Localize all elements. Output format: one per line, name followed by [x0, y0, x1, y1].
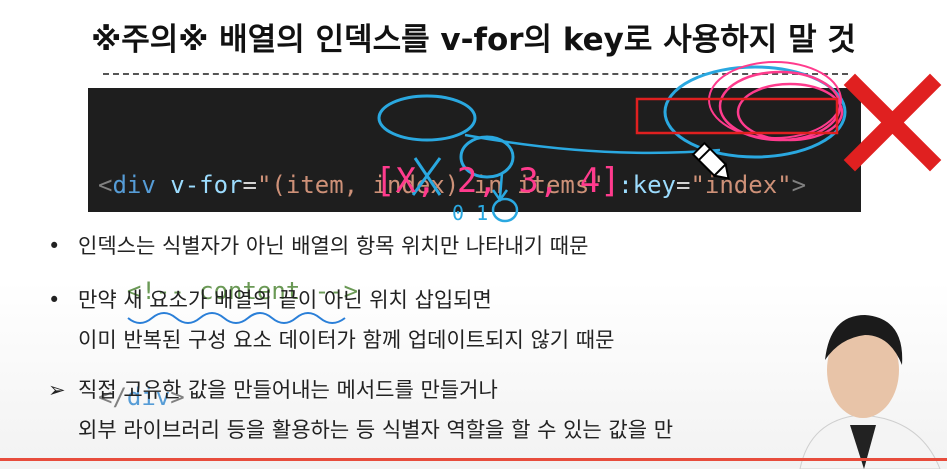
- handwritten-index: 0 1: [452, 201, 488, 225]
- bullet-3: ➢ 직접 고유한 값을 만들어내는 메서드를 만들거나 외부 라이브러리 등을 활…: [48, 378, 674, 442]
- big-red-x-icon: [843, 73, 942, 172]
- handwritten-array: [X, 2, 3, 4]: [375, 161, 621, 201]
- presenter-video: [799, 315, 941, 469]
- bottom-accent-line: [0, 458, 947, 461]
- bullet-2: • 만약 새 요소가 배열의 끝이 아닌 위치 삽입되면 이미 반복된 구성 요소…: [48, 288, 615, 352]
- one-circle: [491, 197, 519, 223]
- bullet-1: • 인덱스는 식별자가 아닌 배열의 항목 위치만 나타내기 때문: [48, 234, 589, 258]
- index-circle: [377, 94, 477, 142]
- pink-circle-2: [736, 82, 844, 142]
